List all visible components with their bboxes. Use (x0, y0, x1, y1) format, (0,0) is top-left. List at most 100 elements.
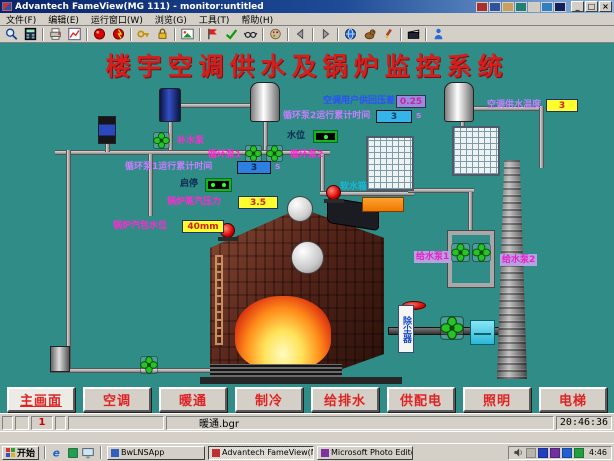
titlebar-icon (489, 2, 501, 12)
system-tray: 4:46 (508, 446, 612, 460)
steam-pressure-value: 3.5 (238, 196, 278, 209)
task-icon (212, 449, 220, 457)
feed-pump1-fan-icon (451, 243, 470, 262)
fan-icon (245, 145, 262, 162)
feed-pump1-label: 给水泵1 (414, 251, 451, 263)
toolbar-separator (400, 28, 402, 41)
window-footer (0, 431, 614, 443)
nav-button-2[interactable]: 空调 (83, 387, 151, 412)
task-button-2[interactable]: Advantech FameView(MG 1... (208, 446, 314, 460)
nav-button-4[interactable]: 制冷 (235, 387, 303, 412)
restore-button[interactable]: □ (585, 1, 598, 12)
menu-item-6[interactable]: 帮助(H) (241, 13, 273, 26)
ie-icon[interactable]: e (51, 446, 65, 459)
zoom-icon[interactable] (2, 27, 21, 42)
titlebar-icon (476, 2, 488, 12)
task-button-3[interactable]: Microsoft Photo Editor ... (317, 446, 413, 460)
desktop-icon[interactable] (81, 446, 95, 459)
nav-button-5[interactable]: 给排水 (311, 387, 379, 412)
arrow-right-icon[interactable] (316, 27, 335, 42)
boiler-base (200, 377, 402, 384)
windows-logo-icon (6, 448, 15, 457)
image-icon[interactable] (178, 27, 197, 42)
dog-icon[interactable] (360, 27, 379, 42)
key-icon[interactable] (134, 27, 153, 42)
chimney-illustration (497, 160, 527, 379)
circ1-runtime-value: 3 (237, 161, 271, 174)
circ2-runtime-value: 3 (376, 110, 412, 123)
toolbar-separator (130, 28, 132, 41)
brush-icon[interactable] (379, 27, 398, 42)
status-cell (2, 416, 13, 430)
app-icon (2, 2, 12, 11)
soft-tank-label: 软水箱 (340, 182, 367, 193)
status-cell (68, 416, 164, 430)
red-ball-icon[interactable] (90, 27, 109, 42)
boiler-ladder (215, 255, 223, 345)
flag-icon[interactable] (203, 27, 222, 42)
calc-icon[interactable] (21, 27, 40, 42)
pressure-tank-left (250, 82, 280, 122)
printer-icon[interactable] (46, 27, 65, 42)
menu-item-5[interactable]: 工具(T) (199, 13, 230, 26)
scada-canvas: 楼宇空调供水及锅炉监控系统 除 (0, 43, 614, 413)
nav-button-8[interactable]: 电梯 (539, 387, 607, 412)
titlebar-icon (528, 2, 540, 12)
task-icon (321, 449, 329, 457)
channels-icon[interactable] (66, 446, 80, 459)
circ2-runtime-label: 循环泵2运行累计时间 (283, 111, 370, 122)
menu-item-1[interactable]: 文件(F) (6, 13, 36, 26)
level-label: 水位 (287, 131, 305, 142)
windows-taskbar: 开始 e BwLNSAppAdvantech FameView(MG 1...M… (0, 443, 614, 461)
tray-icon[interactable] (538, 448, 548, 458)
pipe (105, 144, 110, 152)
start-button[interactable]: 开始 (2, 446, 39, 460)
window-title: Advantech FameView(MG 111) - monitor:unt… (15, 2, 473, 12)
tray-icon[interactable] (574, 448, 584, 458)
globe-icon[interactable] (341, 27, 360, 42)
trend-icon[interactable] (65, 27, 84, 42)
arrow-left-icon[interactable] (291, 27, 310, 42)
steam-pressure-label: 锅炉蒸汽压力 (167, 197, 221, 208)
nav-button-6[interactable]: 供配电 (387, 387, 455, 412)
current-file: 暖通.bgr (166, 416, 554, 430)
close-button[interactable]: × (599, 1, 612, 12)
menu-item-3[interactable]: 运行窗口(W) (91, 13, 143, 26)
palette-icon[interactable] (266, 27, 285, 42)
fan-icon (140, 356, 158, 374)
minimize-button[interactable]: _ (571, 1, 584, 12)
start-stop-label: 启停 (180, 179, 198, 190)
tray-icon[interactable] (526, 448, 536, 458)
menu-item-2[interactable]: 编辑(E) (48, 13, 79, 26)
burner-indicator (362, 197, 404, 212)
drum-level-value: 40mm (182, 220, 224, 233)
level-lamp (313, 130, 338, 143)
alarm-ball-icon[interactable] (109, 27, 128, 42)
nav-button-1[interactable]: 主画面 (7, 387, 75, 412)
circ1-runtime-label: 循环泵1运行累计时间 (125, 162, 212, 173)
boiler-illustration (205, 195, 391, 379)
page-title: 楼宇空调供水及锅炉监控系统 (0, 47, 614, 83)
menu-item-4[interactable]: 浏览(G) (155, 13, 187, 26)
tray-icon[interactable] (550, 448, 560, 458)
nav-button-3[interactable]: 暖通 (159, 387, 227, 412)
lock-icon[interactable] (153, 27, 172, 42)
check-icon[interactable] (222, 27, 241, 42)
clapper-icon[interactable] (404, 27, 423, 42)
svg-text:e: e (53, 447, 60, 459)
pipe (66, 150, 71, 372)
toolbar-separator (174, 28, 176, 41)
titlebar-icon (554, 2, 566, 12)
person-icon[interactable] (429, 27, 448, 42)
task-button-1[interactable]: BwLNSApp (107, 446, 205, 460)
page-number: 1 (31, 416, 53, 430)
speaker-icon[interactable] (513, 447, 524, 458)
task-buttons: BwLNSAppAdvantech FameView(MG 1...Micros… (107, 446, 413, 460)
tray-icon[interactable] (562, 448, 572, 458)
glasses-icon[interactable] (241, 27, 260, 42)
nav-button-7[interactable]: 照明 (463, 387, 531, 412)
task-icon (111, 449, 119, 457)
titlebar-badges (476, 2, 566, 12)
clock: 20:46:36 (556, 416, 612, 430)
menu-bar: 文件(F) 编辑(E) 运行窗口(W) 浏览(G) 工具(T) 帮助(H) (0, 13, 614, 26)
